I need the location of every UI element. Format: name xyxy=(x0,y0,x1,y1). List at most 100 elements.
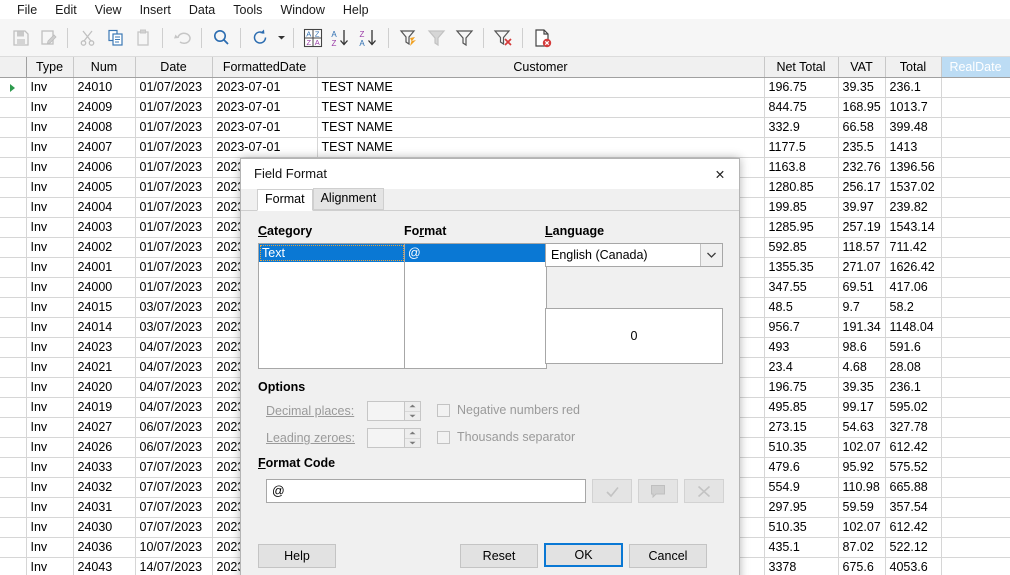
cell-vat[interactable]: 54.63 xyxy=(838,417,886,438)
cell-date[interactable]: 01/07/2023 xyxy=(135,117,213,138)
cell-num[interactable]: 24023 xyxy=(73,337,136,358)
leading-zeroes-increment-icon[interactable] xyxy=(405,429,420,439)
cell-vat[interactable]: 4.68 xyxy=(838,357,886,378)
format-code-input[interactable]: @ xyxy=(266,479,586,503)
cell-date[interactable]: 01/07/2023 xyxy=(135,157,213,178)
cell-total[interactable]: 665.88 xyxy=(885,477,942,498)
cell-date[interactable]: 06/07/2023 xyxy=(135,437,213,458)
cell-type[interactable]: Inv xyxy=(26,397,74,418)
cell-total[interactable]: 595.02 xyxy=(885,397,942,418)
paste-icon[interactable] xyxy=(129,24,157,52)
cell-formatteddate[interactable]: 2023-07-01 xyxy=(212,137,318,158)
cell-num[interactable]: 24033 xyxy=(73,457,136,478)
cell-vat[interactable]: 39.35 xyxy=(838,377,886,398)
remove-format-icon[interactable] xyxy=(684,479,724,503)
cell-realdate[interactable]: July xyxy=(941,317,1010,338)
cell-type[interactable]: Inv xyxy=(26,337,74,358)
cell-type[interactable]: Inv xyxy=(26,97,74,118)
cell-net-total[interactable]: 554.9 xyxy=(764,477,839,498)
cell-vat[interactable]: 99.17 xyxy=(838,397,886,418)
cell-total[interactable]: 1396.56 xyxy=(885,157,942,178)
row-header-cell[interactable] xyxy=(0,97,27,118)
cell-realdate[interactable]: July xyxy=(941,537,1010,558)
column-header-formatteddate[interactable]: FormattedDate xyxy=(212,57,318,78)
cell-num[interactable]: 24030 xyxy=(73,517,136,538)
cell-vat[interactable]: 102.07 xyxy=(838,517,886,538)
cell-realdate[interactable]: July xyxy=(941,277,1010,298)
negative-numbers-red-checkbox[interactable] xyxy=(437,403,450,417)
cell-net-total[interactable]: 332.9 xyxy=(764,117,839,138)
row-header-cell[interactable] xyxy=(0,317,27,338)
cell-realdate[interactable]: July xyxy=(941,417,1010,438)
cell-net-total[interactable]: 196.75 xyxy=(764,377,839,398)
save-icon[interactable] xyxy=(6,24,34,52)
refresh-icon[interactable] xyxy=(246,24,274,52)
column-header-realdate[interactable]: RealDate xyxy=(941,57,1010,78)
cell-date[interactable]: 01/07/2023 xyxy=(135,97,213,118)
cell-type[interactable]: Inv xyxy=(26,177,74,198)
cut-icon[interactable] xyxy=(73,24,101,52)
row-header-cell[interactable] xyxy=(0,157,27,178)
cell-num[interactable]: 24005 xyxy=(73,177,136,198)
format-listbox[interactable]: @ xyxy=(404,243,547,369)
cell-date[interactable]: 04/07/2023 xyxy=(135,337,213,358)
cell-realdate[interactable]: July xyxy=(941,77,1010,98)
cell-net-total[interactable]: 48.5 xyxy=(764,297,839,318)
cell-total[interactable]: 612.42 xyxy=(885,437,942,458)
cell-num[interactable]: 24003 xyxy=(73,217,136,238)
row-header-cell[interactable] xyxy=(0,237,27,258)
menu-insert[interactable]: Insert xyxy=(131,1,180,19)
cell-vat[interactable]: 675.6 xyxy=(838,557,886,575)
cell-net-total[interactable]: 493 xyxy=(764,337,839,358)
cell-realdate[interactable]: July xyxy=(941,157,1010,178)
cell-customer[interactable]: TEST NAME xyxy=(317,97,765,118)
decimal-places-decrement-icon[interactable] xyxy=(405,411,420,420)
cell-realdate[interactable]: July xyxy=(941,257,1010,278)
cell-date[interactable]: 01/07/2023 xyxy=(135,177,213,198)
thousands-separator-checkbox[interactable] xyxy=(437,430,450,444)
cell-total[interactable]: 417.06 xyxy=(885,277,942,298)
accept-format-icon[interactable] xyxy=(592,479,632,503)
column-header-total[interactable]: Total xyxy=(885,57,942,78)
cell-total[interactable]: 399.48 xyxy=(885,117,942,138)
undo-icon[interactable] xyxy=(168,24,196,52)
cell-realdate[interactable]: July xyxy=(941,457,1010,478)
sort-ascending-icon[interactable]: A Z xyxy=(327,24,355,52)
thousands-separator-checkbox-row[interactable]: Thousands separator xyxy=(437,430,575,444)
cell-realdate[interactable]: July xyxy=(941,357,1010,378)
close-icon[interactable]: ✕ xyxy=(707,163,733,185)
cell-total[interactable]: 357.54 xyxy=(885,497,942,518)
cell-date[interactable]: 04/07/2023 xyxy=(135,357,213,378)
cell-type[interactable]: Inv xyxy=(26,457,74,478)
table-row[interactable]: Inv 24008 01/07/2023 2023-07-01 TEST NAME 332… xyxy=(0,117,1010,138)
cell-date[interactable]: 07/07/2023 xyxy=(135,477,213,498)
cell-vat[interactable]: 168.95 xyxy=(838,97,886,118)
help-button[interactable]: Help xyxy=(258,544,336,568)
cell-net-total[interactable]: 347.55 xyxy=(764,277,839,298)
cell-type[interactable]: Inv xyxy=(26,197,74,218)
cell-date[interactable]: 07/07/2023 xyxy=(135,517,213,538)
cell-num[interactable]: 24020 xyxy=(73,377,136,398)
cell-type[interactable]: Inv xyxy=(26,257,74,278)
row-header-corner[interactable] xyxy=(0,57,27,78)
cell-num[interactable]: 24043 xyxy=(73,557,136,575)
cell-date[interactable]: 06/07/2023 xyxy=(135,417,213,438)
cell-net-total[interactable]: 3378 xyxy=(764,557,839,575)
cell-vat[interactable]: 69.51 xyxy=(838,277,886,298)
category-listbox[interactable]: Text xyxy=(258,243,406,369)
row-header-cell[interactable] xyxy=(0,117,27,138)
negative-numbers-red-checkbox-row[interactable]: Negative numbers red xyxy=(437,403,580,417)
menu-tools[interactable]: Tools xyxy=(224,1,271,19)
cell-date[interactable]: 07/07/2023 xyxy=(135,497,213,518)
row-header-cell[interactable] xyxy=(0,277,27,298)
cell-num[interactable]: 24001 xyxy=(73,257,136,278)
cell-type[interactable]: Inv xyxy=(26,517,74,538)
column-header-type[interactable]: Type xyxy=(26,57,74,78)
cell-num[interactable]: 24000 xyxy=(73,277,136,298)
cell-realdate[interactable]: July xyxy=(941,517,1010,538)
cell-total[interactable]: 1013.7 xyxy=(885,97,942,118)
search-icon[interactable] xyxy=(207,24,235,52)
cell-vat[interactable]: 232.76 xyxy=(838,157,886,178)
cell-type[interactable]: Inv xyxy=(26,157,74,178)
cell-type[interactable]: Inv xyxy=(26,557,74,575)
